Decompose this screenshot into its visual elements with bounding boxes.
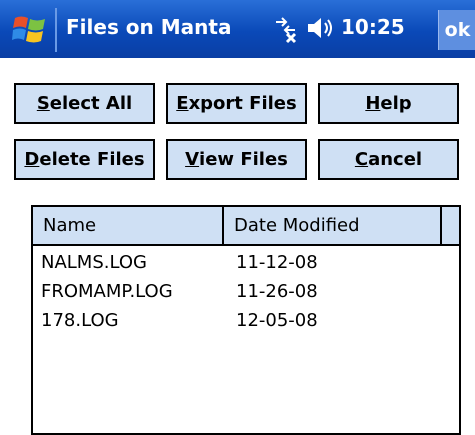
column-header-name[interactable]: Name — [33, 207, 224, 244]
file-name: FROMAMP.LOG — [41, 281, 173, 302]
delete-files-button[interactable]: Delete Files — [14, 139, 155, 180]
delete-files-label: elete Files — [39, 149, 145, 170]
column-header-filler — [442, 207, 459, 244]
select-all-mnemonic: S — [36, 93, 50, 114]
list-header: Name Date Modified — [33, 207, 459, 246]
file-date: 11-26-08 — [236, 281, 318, 302]
select-all-label: elect All — [49, 93, 133, 114]
window-title: Files on Manta — [66, 15, 232, 39]
view-files-mnemonic: V — [185, 149, 200, 170]
connectivity-icon[interactable] — [273, 14, 299, 44]
file-row[interactable]: FROMAMP.LOG 11-26-08 — [33, 277, 459, 306]
help-button[interactable]: Help — [318, 83, 459, 124]
select-all-button[interactable]: Select All — [14, 83, 155, 124]
help-label: elp — [380, 93, 412, 114]
view-files-label: iew Files — [199, 149, 288, 170]
export-files-button[interactable]: Export Files — [166, 83, 307, 124]
view-files-button[interactable]: View Files — [166, 139, 307, 180]
export-files-label: xport Files — [188, 93, 297, 114]
cancel-mnemonic: C — [354, 149, 369, 170]
file-name: 178.LOG — [41, 310, 119, 331]
file-rows: NALMS.LOG 11-12-08 FROMAMP.LOG 11-26-08 … — [33, 248, 459, 335]
column-header-date-modified[interactable]: Date Modified — [224, 207, 442, 244]
file-name: NALMS.LOG — [41, 252, 147, 273]
export-files-mnemonic: E — [176, 93, 189, 114]
delete-files-mnemonic: D — [24, 149, 40, 170]
file-date: 11-12-08 — [236, 252, 318, 273]
clock[interactable]: 10:25 — [341, 15, 405, 39]
help-mnemonic: H — [365, 93, 381, 114]
speaker-icon[interactable] — [306, 15, 336, 41]
cancel-button[interactable]: Cancel — [318, 139, 459, 180]
ok-button[interactable]: ok — [438, 10, 475, 50]
title-bar: Files on Manta 10:25 ok — [0, 0, 475, 58]
windows-start-icon[interactable] — [12, 12, 48, 48]
file-list-view[interactable]: Name Date Modified NALMS.LOG 11-12-08 FR… — [31, 205, 461, 435]
cancel-label: ancel — [368, 149, 423, 170]
file-row[interactable]: NALMS.LOG 11-12-08 — [33, 248, 459, 277]
title-separator — [55, 8, 57, 52]
file-row[interactable]: 178.LOG 12-05-08 — [33, 306, 459, 335]
file-date: 12-05-08 — [236, 310, 318, 331]
